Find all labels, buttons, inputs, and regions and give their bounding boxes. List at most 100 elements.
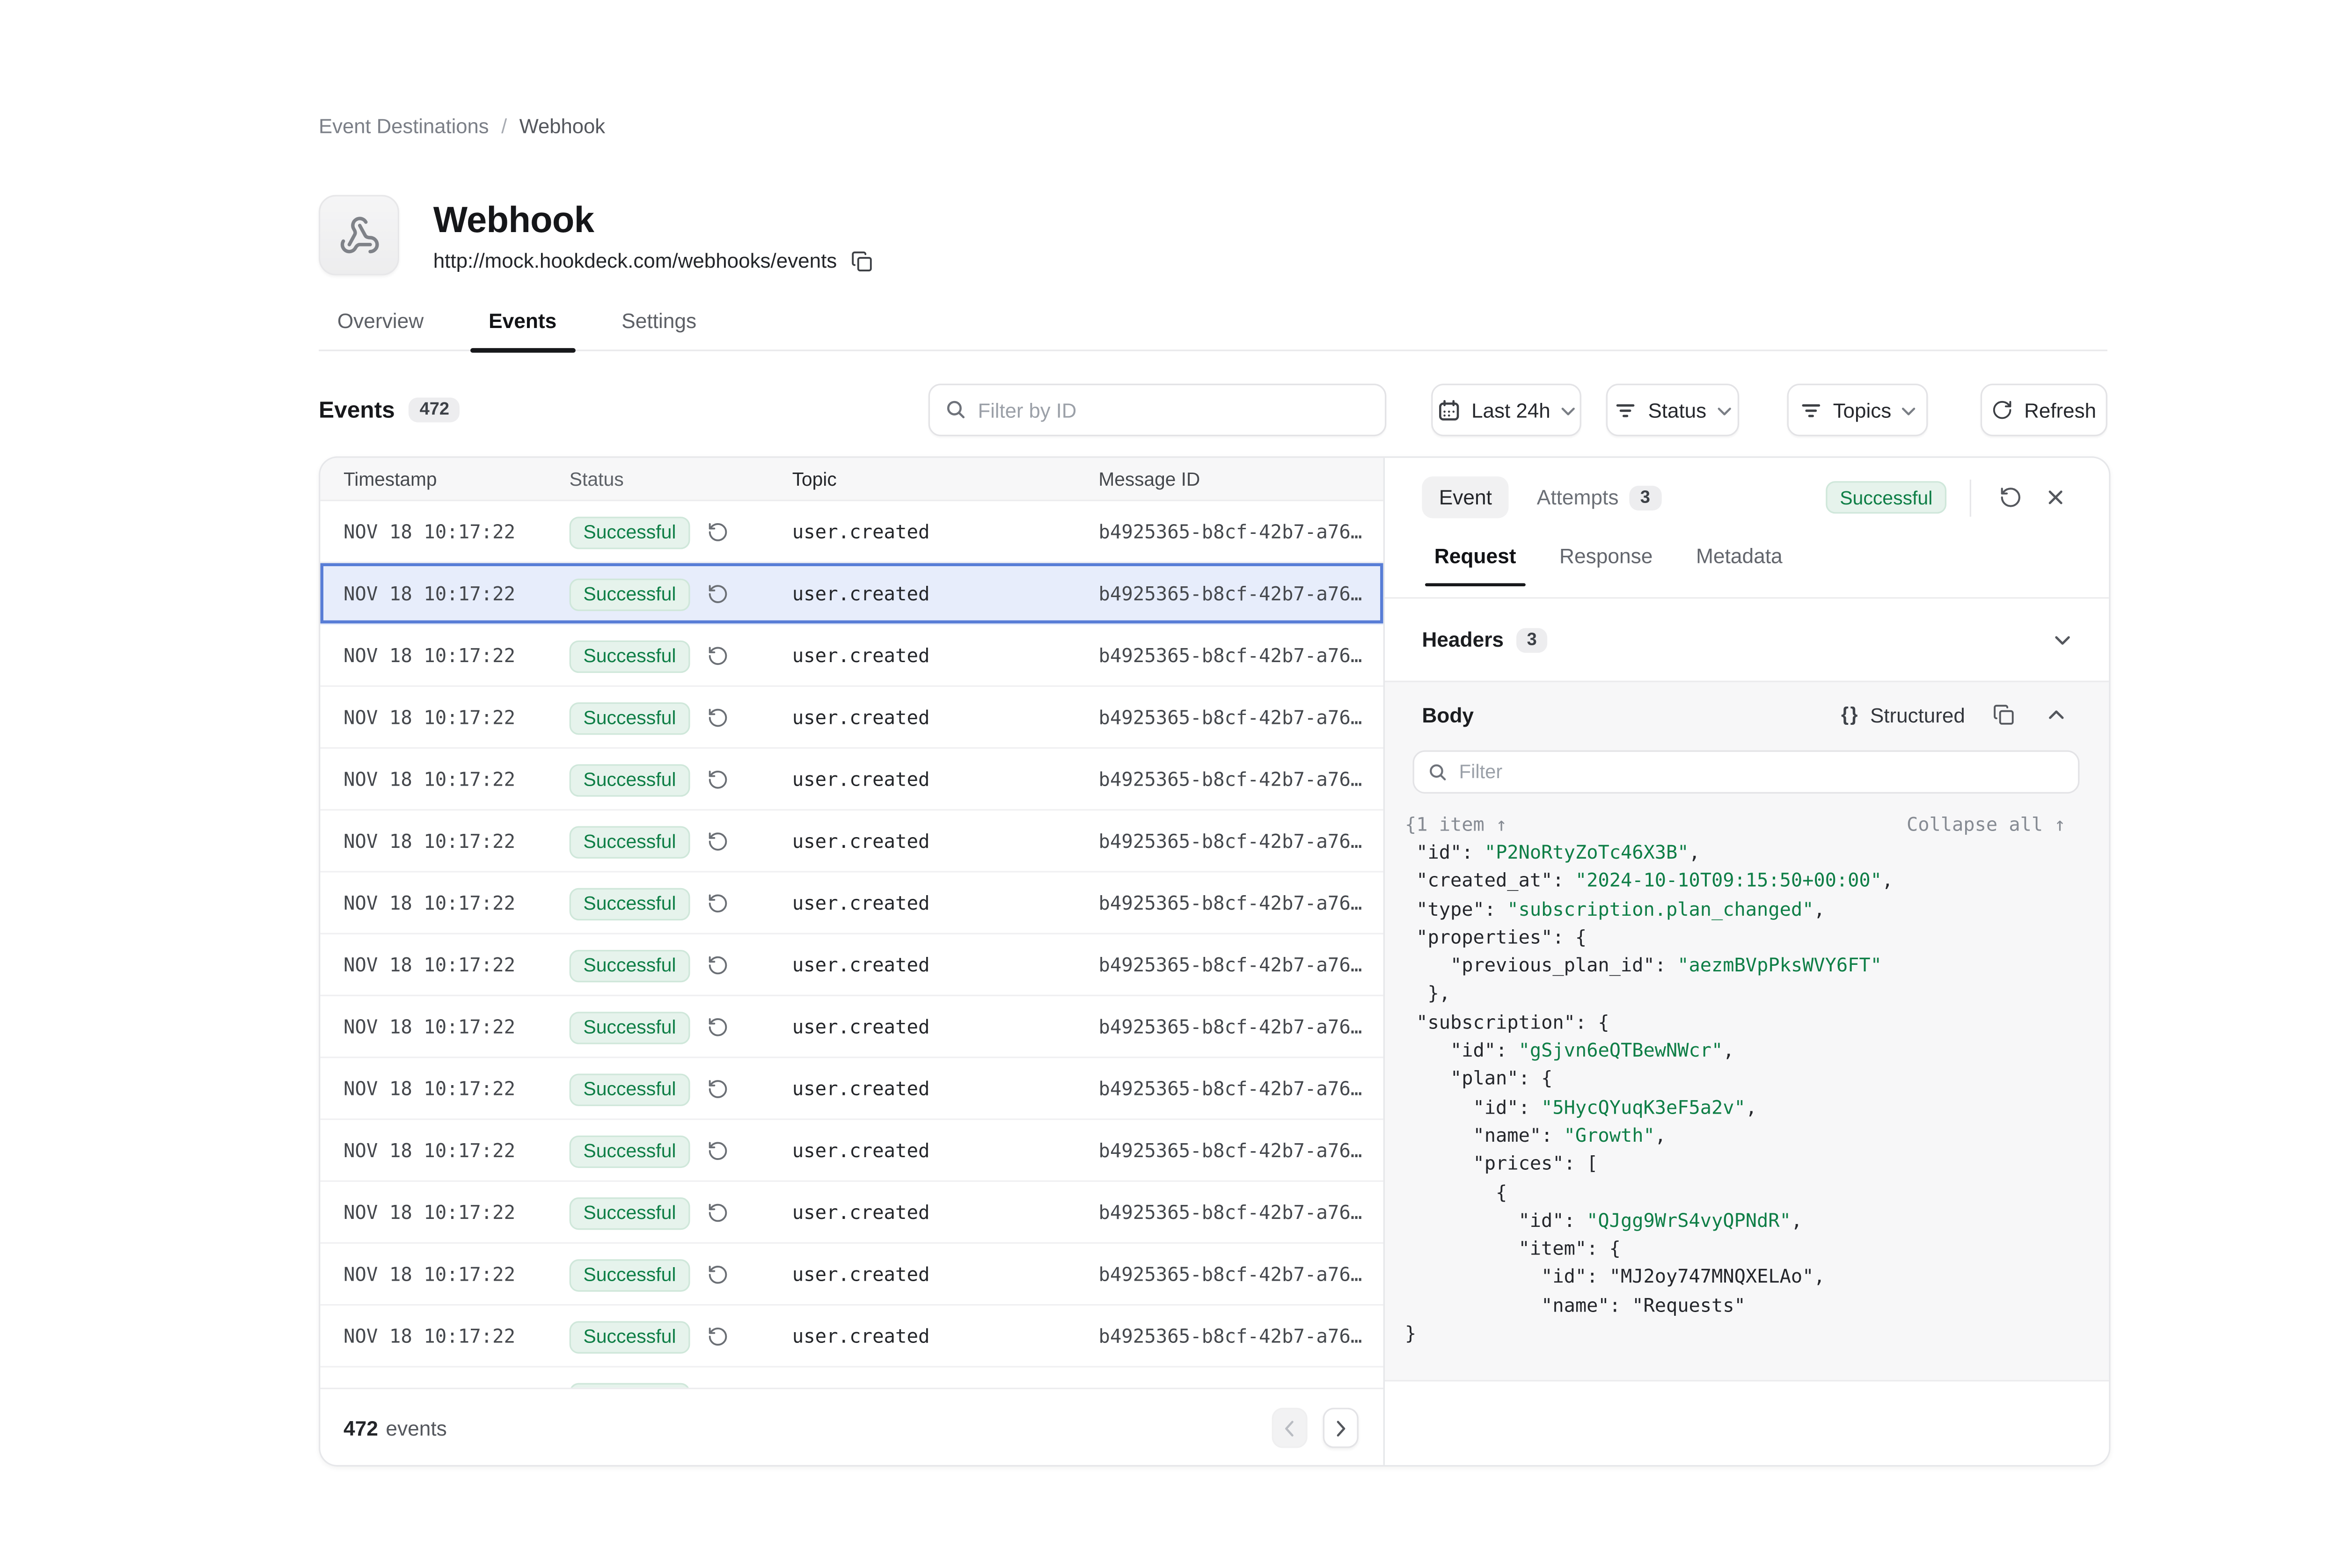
status-filter-button[interactable]: Status bbox=[1606, 384, 1739, 436]
status-badge: Successful bbox=[570, 1259, 690, 1291]
table-row[interactable]: NOV 18 10:17:22Successfuluser.createdb49… bbox=[320, 1368, 1383, 1388]
table-row[interactable]: NOV 18 10:17:22Successfuluser.createdb49… bbox=[320, 1120, 1383, 1182]
time-range-button[interactable]: Last 24h bbox=[1431, 384, 1581, 436]
json-items-summary[interactable]: {1 item ↑ bbox=[1405, 814, 1507, 835]
chevron-down-icon[interactable] bbox=[2055, 635, 2070, 644]
table-row[interactable]: NOV 18 10:17:22Successfuluser.createdb49… bbox=[320, 873, 1383, 934]
json-line: "id": "MJ2oy747MNQXELAo", bbox=[1405, 1263, 2084, 1291]
calendar-icon bbox=[1437, 398, 1461, 422]
next-page-button[interactable] bbox=[1323, 1408, 1359, 1448]
row-status: Successful bbox=[570, 625, 690, 687]
detail-tab-response[interactable]: Response bbox=[1559, 537, 1653, 584]
table-row[interactable]: NOV 18 10:17:22Successfuluser.createdb49… bbox=[320, 1058, 1383, 1120]
tab-events[interactable]: Events bbox=[470, 309, 575, 350]
row-status: Successful bbox=[570, 934, 690, 996]
retry-icon[interactable] bbox=[707, 1120, 729, 1182]
row-topic: user.created bbox=[792, 1182, 930, 1244]
search-icon bbox=[945, 399, 965, 419]
tab-overview[interactable]: Overview bbox=[319, 309, 442, 350]
row-topic: user.created bbox=[792, 996, 930, 1058]
footer-events-label: events bbox=[386, 1416, 446, 1440]
tab-settings[interactable]: Settings bbox=[603, 309, 715, 350]
table-row[interactable]: NOV 18 10:17:22Successfuluser.createdb49… bbox=[320, 1305, 1383, 1367]
retry-icon[interactable] bbox=[707, 563, 729, 625]
retry-icon[interactable] bbox=[707, 873, 729, 934]
filter-lines-icon bbox=[1799, 398, 1822, 422]
retry-icon[interactable] bbox=[707, 501, 729, 563]
collapse-all-button[interactable]: Collapse all ↑ bbox=[1907, 814, 2066, 835]
prev-page-button[interactable] bbox=[1272, 1408, 1308, 1448]
search-icon bbox=[1428, 763, 1447, 781]
row-status: Successful bbox=[570, 810, 690, 872]
row-status: Successful bbox=[570, 1305, 690, 1367]
status-badge: Successful bbox=[570, 1320, 690, 1353]
breadcrumb-parent-link[interactable]: Event Destinations bbox=[319, 115, 489, 138]
row-topic: user.created bbox=[792, 749, 930, 810]
retry-icon[interactable] bbox=[707, 810, 729, 872]
json-line: "created_at": "2024-10-10T09:15:50+00:00… bbox=[1405, 867, 2084, 895]
copy-url-icon[interactable] bbox=[851, 250, 872, 271]
table-row[interactable]: NOV 18 10:17:22Successfuluser.createdb49… bbox=[320, 810, 1383, 872]
tab-event[interactable]: Event bbox=[1422, 476, 1509, 518]
filter-lines-icon bbox=[1614, 398, 1638, 422]
retry-icon[interactable] bbox=[707, 934, 729, 996]
table-row[interactable]: NOV 18 10:17:22Successfuluser.createdb49… bbox=[320, 1244, 1383, 1305]
retry-icon[interactable] bbox=[707, 749, 729, 810]
tab-attempts[interactable]: Attempts 3 bbox=[1537, 485, 1661, 510]
json-line: "properties": { bbox=[1405, 923, 2084, 951]
filter-by-id-input[interactable] bbox=[929, 384, 1387, 436]
close-icon[interactable] bbox=[2041, 483, 2070, 512]
table-row[interactable]: NOV 18 10:17:22Successfuluser.createdb49… bbox=[320, 749, 1383, 810]
refresh-icon bbox=[1992, 399, 2013, 421]
status-badge: Successful bbox=[570, 764, 690, 796]
table-row[interactable]: NOV 18 10:17:22Successfuluser.createdb49… bbox=[320, 934, 1383, 996]
retry-icon[interactable] bbox=[707, 1305, 729, 1367]
chevron-up-icon[interactable] bbox=[2042, 704, 2070, 725]
row-message-id: b4925365-b8cf-42b7-a76… bbox=[1098, 996, 1362, 1058]
retry-icon[interactable] bbox=[707, 625, 729, 687]
retry-icon[interactable] bbox=[707, 687, 729, 749]
topics-filter-button[interactable]: Topics bbox=[1787, 384, 1928, 436]
detail-tab-metadata[interactable]: Metadata bbox=[1696, 537, 1783, 584]
structured-view-toggle[interactable]: Structured bbox=[1870, 703, 1965, 727]
copy-body-icon[interactable] bbox=[1987, 698, 2021, 732]
table-row[interactable]: NOV 18 10:17:22Successfuluser.createdb49… bbox=[320, 563, 1383, 625]
retry-icon[interactable] bbox=[707, 1368, 729, 1388]
status-badge: Successful bbox=[570, 1011, 690, 1043]
body-filter-input[interactable] bbox=[1412, 750, 2079, 794]
row-timestamp: NOV 18 10:17:22 bbox=[344, 1305, 515, 1367]
table-row[interactable]: NOV 18 10:17:22Successfuluser.createdb49… bbox=[320, 501, 1383, 563]
column-header-message-id: Message ID bbox=[1098, 458, 1200, 500]
body-title-row: Body {} Structured bbox=[1385, 682, 2109, 747]
row-status: Successful bbox=[570, 501, 690, 563]
retry-icon[interactable] bbox=[707, 996, 729, 1058]
table-row[interactable]: NOV 18 10:17:22Successfuluser.createdb49… bbox=[320, 625, 1383, 687]
retry-icon[interactable] bbox=[707, 1182, 729, 1244]
status-badge: Successful bbox=[1826, 481, 1946, 513]
row-topic: user.created bbox=[792, 1120, 930, 1182]
headers-section-row[interactable]: Headers 3 bbox=[1385, 598, 2109, 680]
row-timestamp: NOV 18 10:17:22 bbox=[344, 1244, 515, 1305]
row-message-id: b4925365-b8cf-42b7-a76… bbox=[1098, 873, 1362, 934]
row-message-id: b4925365-b8cf-42b7-a76… bbox=[1098, 1058, 1362, 1120]
table-row[interactable]: NOV 18 10:17:22Successfuluser.createdb49… bbox=[320, 1182, 1383, 1244]
table-row[interactable]: NOV 18 10:17:22Successfuluser.createdb49… bbox=[320, 687, 1383, 749]
status-badge: Successful bbox=[570, 825, 690, 858]
row-timestamp: NOV 18 10:17:22 bbox=[344, 501, 515, 563]
retry-icon[interactable] bbox=[1993, 480, 2028, 515]
table-row[interactable]: NOV 18 10:17:22Successfuluser.createdb49… bbox=[320, 996, 1383, 1058]
row-timestamp: NOV 18 10:17:22 bbox=[344, 687, 515, 749]
retry-icon[interactable] bbox=[707, 1058, 729, 1120]
row-timestamp: NOV 18 10:17:22 bbox=[344, 873, 515, 934]
panel-topbar: Event Attempts 3 Successful bbox=[1385, 458, 2109, 537]
retry-icon[interactable] bbox=[707, 1244, 729, 1305]
webhook-icon-card bbox=[319, 195, 399, 276]
webhook-url: http://mock.hookdeck.com/webhooks/events bbox=[433, 249, 837, 272]
json-line: "id": "P2NoRtyZoTc46X3B", bbox=[1405, 839, 2084, 867]
row-status: Successful bbox=[570, 749, 690, 810]
detail-tab-request[interactable]: Request bbox=[1434, 537, 1516, 584]
refresh-button[interactable]: Refresh bbox=[1981, 384, 2107, 436]
page: Event Destinations / Webhook Webhook htt… bbox=[0, 0, 2340, 1568]
main-tabs: Overview Events Settings bbox=[319, 309, 2107, 351]
attempts-count-badge: 3 bbox=[1630, 485, 1661, 510]
